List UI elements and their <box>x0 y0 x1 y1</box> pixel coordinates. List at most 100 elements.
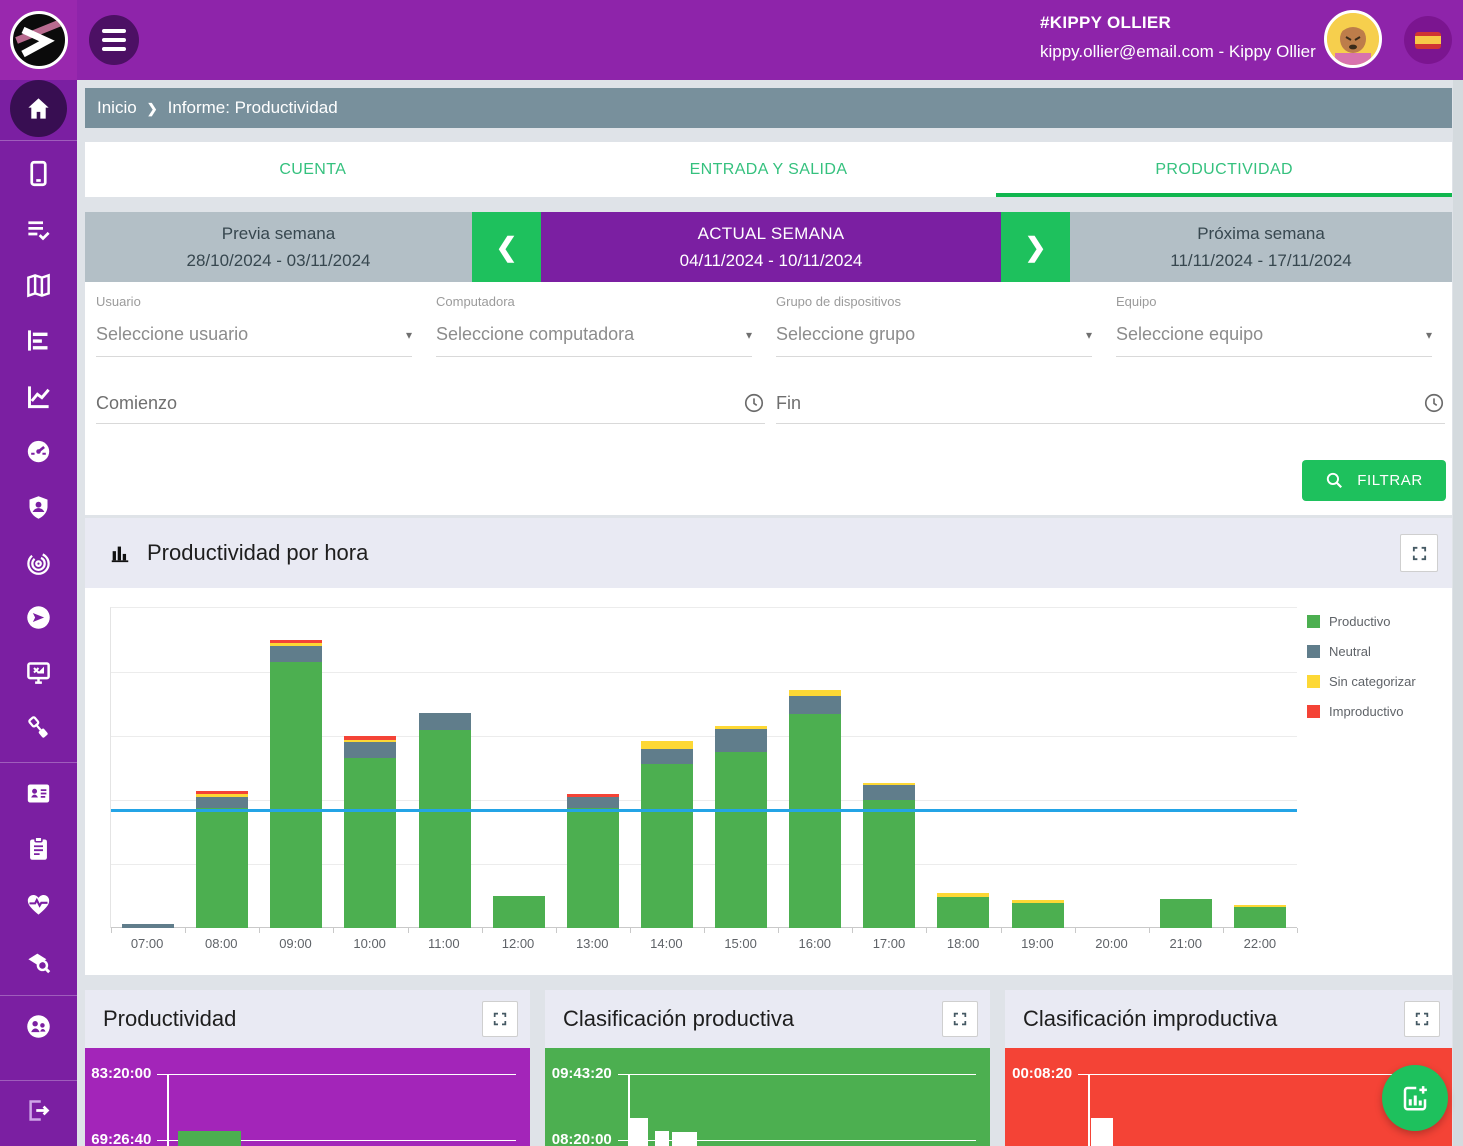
x-axis-tick <box>926 928 927 933</box>
sidebar-item-reports[interactable] <box>0 320 77 360</box>
week-navigator: Previa semana 28/10/2024 - 03/11/2024 ❮ … <box>85 212 1452 282</box>
clock-icon <box>743 392 765 414</box>
sidebar-item-map[interactable] <box>0 265 77 305</box>
gridline <box>618 1074 976 1075</box>
tab-entrada-y-salida[interactable]: ENTRADA Y SALIDA <box>541 142 997 197</box>
legend-item[interactable]: Neutral <box>1307 644 1416 659</box>
usuario-select[interactable]: Seleccione usuario ▾ <box>96 324 412 357</box>
bar-22:00[interactable] <box>1234 608 1286 928</box>
x-label-22:00: 22:00 <box>1230 936 1290 951</box>
clasificacion-improductiva-card-title: Clasificación improductiva <box>1023 1006 1277 1032</box>
fin-time-input[interactable]: Fin <box>776 392 1445 424</box>
mini-chart-bar[interactable] <box>1091 1118 1113 1146</box>
scrollbar-gutter[interactable] <box>1453 80 1463 1146</box>
x-label-12:00: 12:00 <box>488 936 548 951</box>
expand-clasificacion-improductiva-button[interactable] <box>1404 1001 1440 1037</box>
x-axis-tick <box>704 928 705 933</box>
sidebar-item-task-list[interactable] <box>0 209 77 249</box>
comienzo-time-input[interactable]: Comienzo <box>96 392 765 424</box>
legend-item[interactable]: Sin categorizar <box>1307 674 1416 689</box>
bar-17:00[interactable] <box>863 608 915 928</box>
bar-18:00[interactable] <box>937 608 989 928</box>
grupo-select[interactable]: Seleccione grupo ▾ <box>776 324 1092 357</box>
sidebar-item-remote-desktop[interactable] <box>0 652 77 692</box>
legend-swatch <box>1307 615 1320 628</box>
y-tick-label: 00:08:20 <box>1005 1065 1072 1082</box>
tab-cuenta[interactable]: CUENTA <box>85 142 541 197</box>
hamburger-menu-button[interactable] <box>89 15 139 65</box>
equipo-select[interactable]: Seleccione equipo ▾ <box>1116 324 1432 357</box>
bar-10:00[interactable] <box>344 608 396 928</box>
bar-09:00[interactable] <box>270 608 322 928</box>
fingerprint-icon <box>25 549 52 576</box>
sidebar-item-audit[interactable] <box>0 941 77 981</box>
mini-chart-bar[interactable] <box>178 1131 240 1146</box>
expand-hourly-button[interactable] <box>1400 534 1438 572</box>
next-week-button[interactable]: Próxima semana 11/11/2024 - 17/11/2024 <box>1070 212 1452 282</box>
current-week-range: 04/11/2024 - 10/11/2024 <box>680 251 863 271</box>
bar-12:00[interactable] <box>493 608 545 928</box>
sidebar-item-id-card[interactable] <box>0 773 77 813</box>
bar-20:00[interactable] <box>1086 608 1138 928</box>
productividad-card: Productividad 83:20:0069:26:40 <box>85 990 530 1146</box>
bar-08:00[interactable] <box>196 608 248 928</box>
computadora-select[interactable]: Seleccione computadora ▾ <box>436 324 752 357</box>
bar-11:00[interactable] <box>419 608 471 928</box>
sidebar-item-logout[interactable] <box>0 1090 77 1130</box>
sidebar-item-admin[interactable] <box>0 487 77 527</box>
bar-21:00[interactable] <box>1160 608 1212 928</box>
legend-item[interactable]: Improductivo <box>1307 704 1416 719</box>
logo-block[interactable] <box>0 0 77 80</box>
sidebar-item-trends[interactable] <box>0 376 77 416</box>
expand-productividad-button[interactable] <box>482 1001 518 1037</box>
tab-productividad[interactable]: PRODUCTIVIDAD <box>996 142 1452 197</box>
bar-14:00[interactable] <box>641 608 693 928</box>
segment-productivo <box>567 808 619 928</box>
bar-13:00[interactable] <box>567 608 619 928</box>
sidebar-item-dashboard[interactable] <box>0 431 77 471</box>
mini-chart-bar[interactable] <box>672 1132 697 1146</box>
bar-07:00[interactable] <box>122 608 174 928</box>
avatar[interactable] <box>1324 10 1382 68</box>
filtrar-button[interactable]: FILTRAR <box>1302 460 1446 501</box>
mini-chart-bar[interactable] <box>655 1131 669 1146</box>
sidebar-item-health[interactable] <box>0 884 77 924</box>
sidebar-item-home[interactable] <box>10 80 67 137</box>
segment-neutral <box>344 742 396 758</box>
segment-sin-categorizar <box>641 741 693 750</box>
previous-week-button[interactable]: Previa semana 28/10/2024 - 03/11/2024 <box>85 212 472 282</box>
week-back-arrow-button[interactable]: ❮ <box>472 212 541 282</box>
breadcrumb-home[interactable]: Inicio <box>97 98 137 118</box>
x-label-19:00: 19:00 <box>1007 936 1067 951</box>
add-report-fab[interactable] <box>1382 1065 1448 1131</box>
bar-19:00[interactable] <box>1012 608 1064 928</box>
segment-productivo <box>344 758 396 928</box>
week-forward-arrow-button[interactable]: ❯ <box>1001 212 1070 282</box>
x-label-09:00: 09:00 <box>265 936 325 951</box>
hourly-panel-header: Productividad por hora <box>85 518 1452 588</box>
language-button[interactable] <box>1404 16 1452 64</box>
sidebar-item-people[interactable] <box>0 1006 77 1046</box>
y-tick-label: 69:26:40 <box>85 1131 151 1146</box>
expand-clasificacion-productiva-button[interactable] <box>942 1001 978 1037</box>
mini-chart-bar[interactable] <box>630 1118 648 1146</box>
legend-label: Neutral <box>1329 644 1371 659</box>
bar-16:00[interactable] <box>789 608 841 928</box>
usuario-label: Usuario <box>96 294 412 309</box>
segment-neutral <box>567 797 619 809</box>
bar-15:00[interactable] <box>715 608 767 928</box>
sidebar-item-biometrics[interactable] <box>0 542 77 582</box>
logout-icon <box>25 1097 52 1124</box>
account-name: #KIPPY OLLIER <box>1040 13 1320 33</box>
sidebar-item-clipboard[interactable] <box>0 828 77 868</box>
x-axis-tick <box>1001 928 1002 933</box>
legend-item[interactable]: Productivo <box>1307 614 1416 629</box>
sidebar-item-usb[interactable] <box>0 707 77 747</box>
y-tick-label: 08:20:00 <box>545 1131 612 1146</box>
average-line <box>111 809 1297 812</box>
clasificacion-productiva-mini-chart: 09:43:2008:20:00 <box>545 1048 990 1146</box>
bar-chart-icon <box>25 327 52 354</box>
x-label-17:00: 17:00 <box>859 936 919 951</box>
sidebar-item-devices[interactable] <box>0 153 77 193</box>
sidebar-item-send[interactable] <box>0 597 77 637</box>
